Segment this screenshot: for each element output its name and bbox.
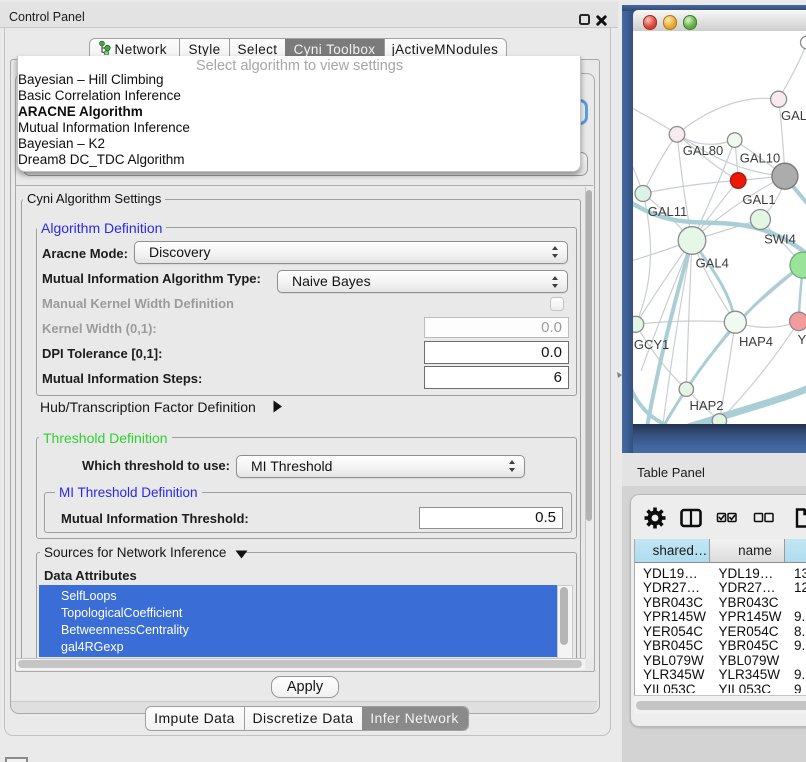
svg-text:GCY1: GCY1 <box>634 337 669 352</box>
svg-text:GAL80: GAL80 <box>683 143 723 158</box>
svg-text:Y: Y <box>798 332 806 347</box>
svg-text:HAP2: HAP2 <box>690 398 724 413</box>
svg-text:GAL4: GAL4 <box>696 255 729 270</box>
svg-text:GAL11: GAL11 <box>648 204 688 219</box>
svg-text:GAL10: GAL10 <box>740 150 780 165</box>
svg-text:GAL1: GAL1 <box>742 191 775 206</box>
svg-text:HAP4: HAP4 <box>739 334 773 349</box>
svg-text:SWI4: SWI4 <box>764 231 796 246</box>
svg-text:GAL: GAL <box>781 108 806 123</box>
